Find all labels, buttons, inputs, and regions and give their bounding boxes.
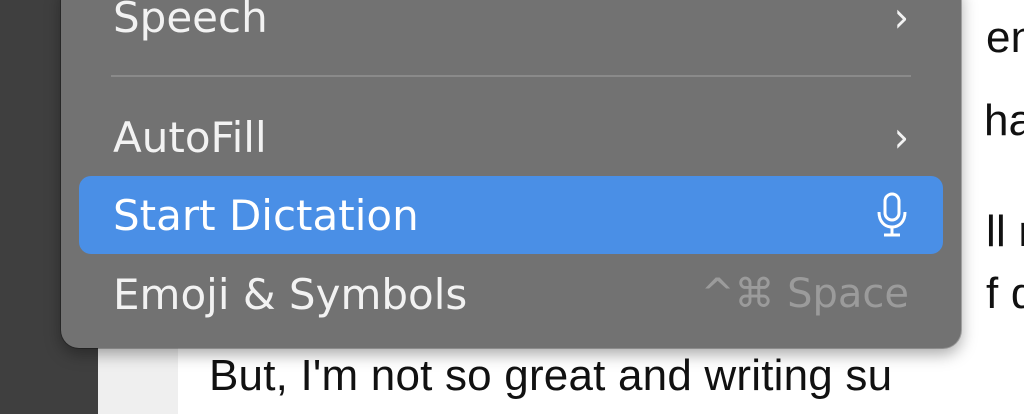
menu-item-emoji-symbols[interactable]: Emoji & Symbols ^⌘ Space bbox=[79, 255, 943, 333]
document-line: f d bbox=[986, 269, 1024, 318]
screen: eng has ll m f d But, I'm not so great a… bbox=[0, 0, 1024, 414]
document-line: But, I'm not so great and writing su bbox=[209, 351, 893, 400]
menu-item-autofill[interactable]: AutoFill › bbox=[79, 98, 943, 176]
chevron-right-icon: › bbox=[893, 112, 909, 162]
menu-item-label: Speech bbox=[113, 0, 268, 42]
microphone-icon bbox=[875, 192, 909, 238]
document-line: eng bbox=[986, 13, 1024, 62]
chevron-right-icon: › bbox=[893, 0, 909, 42]
menu-separator bbox=[111, 75, 911, 77]
menu-item-label: Emoji & Symbols bbox=[113, 269, 468, 319]
menu-item-label: Start Dictation bbox=[113, 190, 419, 240]
document-line: has bbox=[984, 96, 1024, 145]
keyboard-shortcut: ^⌘ Space bbox=[700, 271, 909, 317]
document-line: ll m bbox=[986, 207, 1024, 256]
menu-item-start-dictation[interactable]: Start Dictation bbox=[79, 176, 943, 254]
menu-item-label: AutoFill bbox=[113, 112, 267, 162]
menu-item-speech[interactable]: Speech › bbox=[79, 0, 943, 56]
context-menu: Speech › AutoFill › Start Dictation Emoj… bbox=[61, 0, 961, 348]
